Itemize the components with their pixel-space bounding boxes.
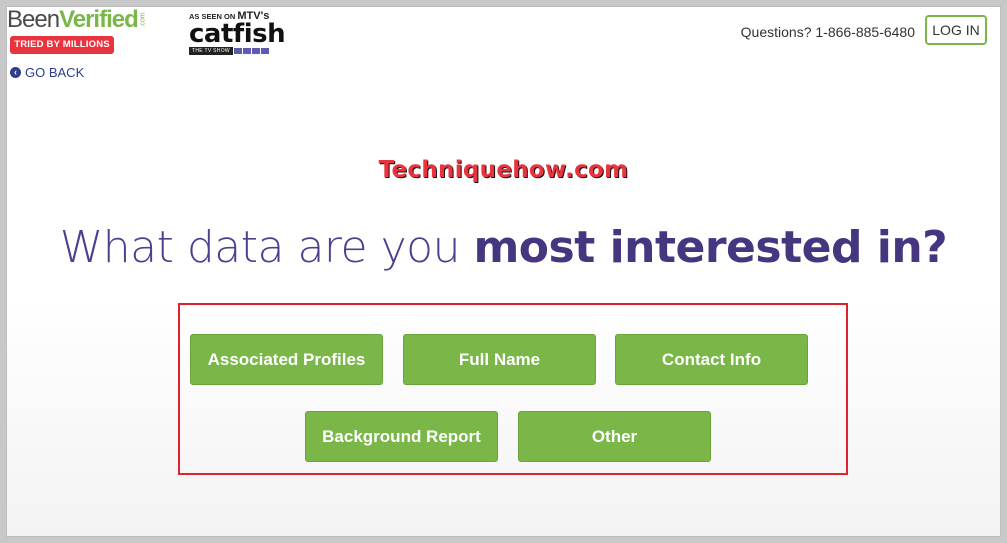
logo-been-text: Been [7,6,60,33]
page-frame: BeenVerified .com TRIED BY MILLIONS AS SE… [6,6,1001,537]
option-contact-info-button[interactable]: Contact Info [615,334,808,385]
watermark-text: Techniquehow.com [378,157,629,183]
logo-com-text: .com [139,12,147,28]
page-headline: What data are you most interested in? [7,222,1000,273]
tv-show-text: THE TV SHOW [189,47,233,55]
decorative-square [251,48,260,54]
decorative-square [242,48,251,54]
catfish-logo-text: catfish [189,19,286,49]
support-phone: Questions? 1-866-885-6480 [740,24,915,40]
headline-bold: most interested in? [473,222,948,273]
go-back-label: GO BACK [25,65,85,80]
logo-verified-text: Verified [59,6,139,33]
decorative-square [260,48,269,54]
option-other-button[interactable]: Other [518,411,711,462]
decorative-square [233,48,242,54]
login-button[interactable]: LOG IN [925,15,987,45]
go-back-link[interactable]: ‹ GO BACK [10,65,84,80]
headline-light: What data are you [59,222,474,273]
beenverified-logo[interactable]: BeenVerified .com [7,7,153,39]
chevron-left-icon: ‹ [10,67,21,78]
option-full-name-button[interactable]: Full Name [403,334,596,385]
option-background-report-button[interactable]: Background Report [305,411,498,462]
tv-show-strip: THE TV SHOW [189,47,279,55]
as-seen-on-catfish: AS SEEN ON MTV's catfish THE TV SHOW [189,10,286,55]
options-highlight-box: Associated Profiles Full Name Contact In… [178,303,848,475]
tried-by-millions-badge: TRIED BY MILLIONS [10,36,114,54]
option-associated-profiles-button[interactable]: Associated Profiles [190,334,383,385]
